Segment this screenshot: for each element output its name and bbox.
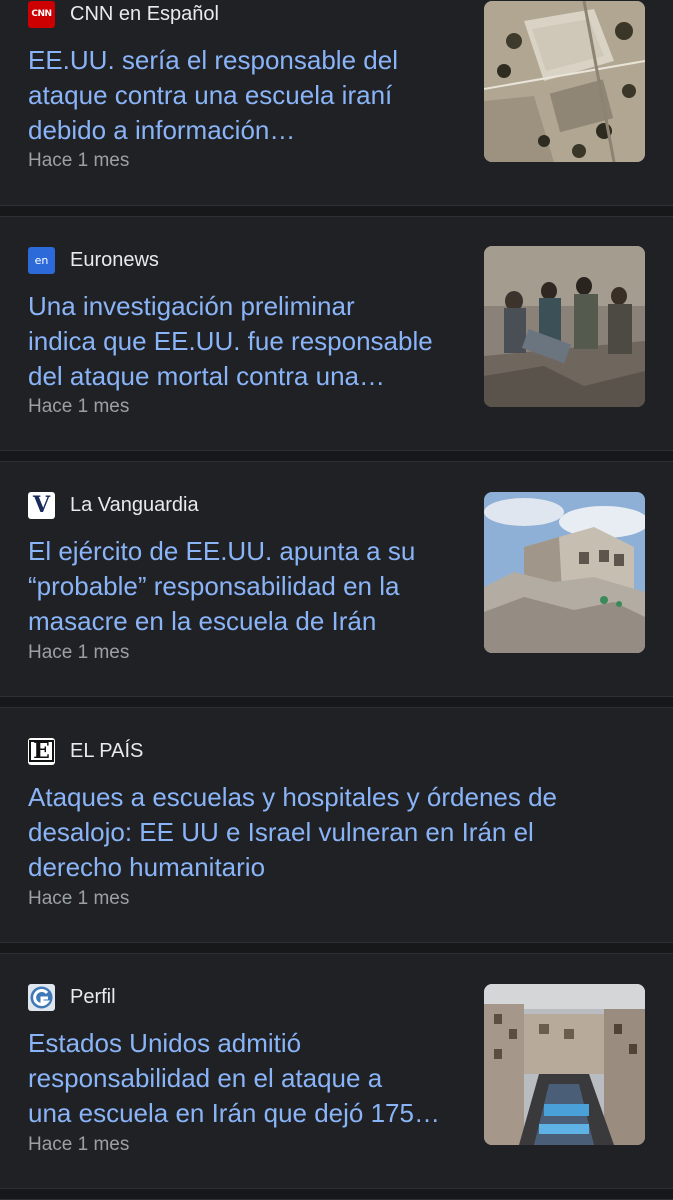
timestamp: Hace 1 mes <box>28 888 130 909</box>
card-separator <box>0 205 673 217</box>
news-card-la-vanguardia[interactable]: V La Vanguardia El ejército de EE.UU. ap… <box>0 462 673 696</box>
headline-link[interactable]: Ataques a escuelas y hospitales y órdene… <box>28 780 648 885</box>
timestamp: Hace 1 mes <box>28 642 130 663</box>
aerial-view-of-school-image[interactable] <box>484 1 645 162</box>
card-separator <box>0 942 673 954</box>
perfil-logo-icon <box>28 983 55 1011</box>
people-searching-rubble-image[interactable] <box>484 246 645 407</box>
source-row: V La Vanguardia <box>28 491 199 519</box>
source-row: E EL PAÍS <box>28 737 143 765</box>
source-name: La Vanguardia <box>70 493 199 516</box>
news-card-perfil[interactable]: Perfil Estados Unidos admitió responsabi… <box>0 954 673 1188</box>
source-name: Perfil <box>70 985 116 1008</box>
source-name: Euronews <box>70 248 159 271</box>
news-card-cnn[interactable]: CNN CNN en Español EE.UU. sería el respo… <box>0 0 673 205</box>
headline-link[interactable]: EE.UU. sería el responsable del ataque c… <box>28 43 468 148</box>
card-separator <box>0 696 673 708</box>
source-name: EL PAÍS <box>70 739 144 762</box>
la-vanguardia-logo-icon: V <box>28 491 55 519</box>
news-card-euronews[interactable]: en Euronews Una investigación preliminar… <box>0 217 673 450</box>
card-separator <box>0 450 673 462</box>
news-card-el-pais[interactable]: E EL PAÍS Ataques a escuelas y hospitale… <box>0 708 673 942</box>
source-row: en Euronews <box>28 246 159 274</box>
headline-link[interactable]: Estados Unidos admitió responsabilidad e… <box>28 1026 468 1131</box>
source-name: CNN en Español <box>70 2 219 25</box>
crowded-street-funeral-image[interactable] <box>484 984 645 1145</box>
headline-link[interactable]: El ejército de EE.UU. apunta a su “proba… <box>28 534 468 639</box>
timestamp: Hace 1 mes <box>28 396 130 417</box>
el-pais-logo-icon: E <box>28 737 55 765</box>
source-row: Perfil <box>28 983 116 1011</box>
destroyed-building-image[interactable] <box>484 492 645 653</box>
card-separator <box>0 1188 673 1200</box>
timestamp: Hace 1 mes <box>28 1134 130 1155</box>
timestamp: Hace 1 mes <box>28 150 130 171</box>
headline-link[interactable]: Una investigación preliminar indica que … <box>28 289 468 394</box>
euronews-logo-icon: en <box>28 246 55 274</box>
source-row: CNN CNN en Español <box>28 0 219 28</box>
cnn-logo-icon: CNN <box>28 0 55 28</box>
